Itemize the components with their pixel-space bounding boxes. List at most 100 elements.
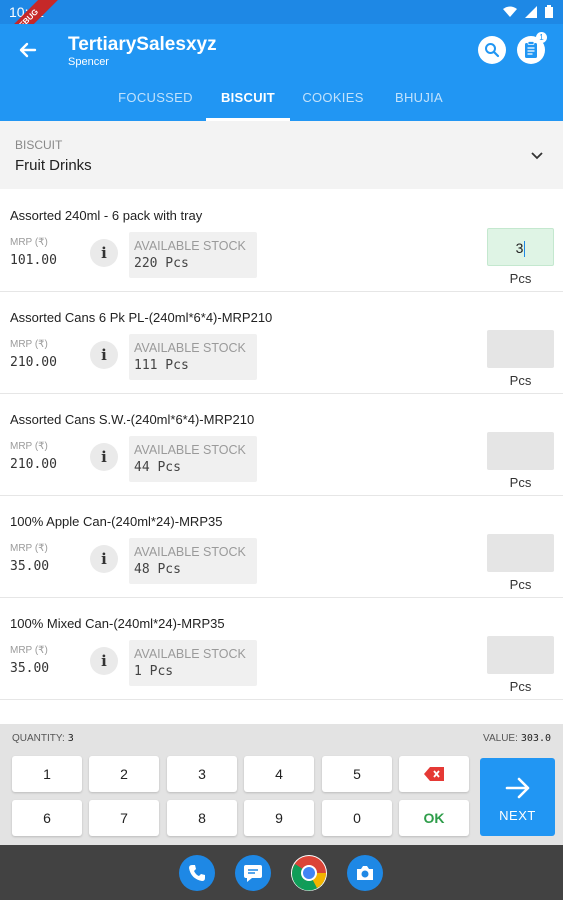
total-quantity-value: 3 — [67, 733, 74, 744]
product-row: 100% Apple Can-(240ml*24)-MRP35 MRP (₹) … — [0, 496, 563, 598]
stock-value: 111 Pcs — [134, 358, 189, 373]
mrp-value: 35.00 — [10, 559, 50, 574]
camera-icon — [357, 866, 373, 880]
arrow-forward-icon — [505, 777, 530, 799]
chevron-down-icon — [531, 152, 543, 160]
product-name: Assorted 240ml - 6 pack with tray — [10, 208, 203, 223]
unit-label: Pcs — [509, 475, 532, 490]
stock-label: AVAILABLE STOCK — [134, 341, 246, 355]
next-button-label: NEXT — [499, 808, 536, 823]
mrp-label: MRP (₹) — [10, 441, 48, 452]
available-stock-box: AVAILABLE STOCK 220 Pcs — [129, 232, 257, 278]
chrome-icon — [291, 856, 326, 891]
product-row: Assorted Cans 6 Pk PL-(240ml*6*4)-MRP210… — [0, 292, 563, 394]
info-button[interactable]: i — [90, 443, 118, 471]
mrp-label: MRP (₹) — [10, 237, 48, 248]
key-7[interactable]: 7 — [89, 800, 159, 836]
mrp-value: 101.00 — [10, 253, 57, 268]
tab-cookies[interactable]: COOKIES — [293, 84, 373, 121]
quantity-input[interactable] — [487, 534, 554, 572]
info-button[interactable]: i — [90, 647, 118, 675]
unit-label: Pcs — [509, 679, 532, 694]
backspace-key[interactable] — [399, 756, 469, 792]
quantity-input[interactable] — [487, 432, 554, 470]
signal-icon — [525, 5, 537, 18]
key-1[interactable]: 1 — [12, 756, 82, 792]
arrow-back-icon — [19, 42, 37, 58]
product-name: Assorted Cans 6 Pk PL-(240ml*6*4)-MRP210 — [10, 310, 273, 325]
info-icon: i — [101, 550, 107, 568]
info-button[interactable]: i — [90, 545, 118, 573]
numeric-keypad: QUANTITY: 3 VALUE: 303.0 1 2 3 4 5 6 7 8 9… — [0, 724, 563, 845]
key-6[interactable]: 6 — [12, 800, 82, 836]
camera-app[interactable] — [347, 855, 383, 891]
total-value-label: VALUE: — [483, 733, 518, 744]
quantity-input[interactable] — [487, 636, 554, 674]
cart-count-badge: 1 — [536, 32, 547, 43]
info-icon: i — [101, 652, 107, 670]
phone-icon — [189, 865, 205, 881]
status-icons — [503, 5, 553, 18]
category-label: BISCUIT — [15, 138, 63, 152]
product-name: 100% Mixed Can-(240ml*24)-MRP35 — [10, 616, 225, 631]
mrp-value: 35.00 — [10, 661, 50, 676]
key-9[interactable]: 9 — [244, 800, 314, 836]
quantity-input[interactable] — [487, 330, 554, 368]
info-icon: i — [101, 244, 107, 262]
app-subtitle: Spencer — [68, 56, 109, 68]
info-icon: i — [101, 448, 107, 466]
total-quantity-label: QUANTITY: — [12, 733, 65, 744]
search-button[interactable] — [478, 36, 506, 64]
product-name: 100% Apple Can-(240ml*24)-MRP35 — [10, 514, 223, 529]
key-3[interactable]: 3 — [167, 756, 237, 792]
mrp-label: MRP (₹) — [10, 645, 48, 656]
category-value: Fruit Drinks — [15, 157, 92, 174]
stock-label: AVAILABLE STOCK — [134, 443, 246, 457]
quantity-input[interactable]: 3 — [487, 228, 554, 266]
product-row: Assorted 240ml - 6 pack with tray MRP (₹… — [0, 190, 563, 292]
order-summary-button[interactable]: 1 — [517, 32, 547, 64]
stock-value: 1 Pcs — [134, 664, 174, 679]
key-0[interactable]: 0 — [322, 800, 392, 836]
available-stock-box: AVAILABLE STOCK 48 Pcs — [129, 538, 257, 584]
tab-bar: FOCUSSED BISCUIT COOKIES BHUJIA — [0, 84, 563, 121]
next-button[interactable]: NEXT — [480, 758, 555, 836]
mrp-label: MRP (₹) — [10, 543, 48, 554]
stock-label: AVAILABLE STOCK — [134, 647, 246, 661]
available-stock-box: AVAILABLE STOCK 44 Pcs — [129, 436, 257, 482]
phone-app[interactable] — [179, 855, 215, 891]
unit-label: Pcs — [509, 373, 532, 388]
tab-focussed[interactable]: FOCUSSED — [108, 84, 203, 121]
key-4[interactable]: 4 — [244, 756, 314, 792]
unit-label: Pcs — [509, 577, 532, 592]
available-stock-box: AVAILABLE STOCK 1 Pcs — [129, 640, 257, 686]
tab-biscuit[interactable]: BISCUIT — [206, 84, 290, 121]
chrome-app[interactable] — [291, 855, 327, 891]
key-5[interactable]: 5 — [322, 756, 392, 792]
mrp-value: 210.00 — [10, 355, 57, 370]
key-2[interactable]: 2 — [89, 756, 159, 792]
app-bar: TertiarySalesxyz Spencer 1 FOCUSSED BISC… — [0, 24, 563, 121]
ok-key[interactable]: OK — [399, 800, 469, 836]
category-dropdown[interactable]: BISCUIT Fruit Drinks — [0, 121, 563, 189]
key-8[interactable]: 8 — [167, 800, 237, 836]
tab-bhujia[interactable]: BHUJIA — [381, 84, 457, 121]
stock-label: AVAILABLE STOCK — [134, 545, 246, 559]
messages-icon — [244, 865, 262, 882]
mrp-label: MRP (₹) — [10, 339, 48, 350]
back-button[interactable] — [14, 36, 42, 64]
clipboard-icon — [525, 41, 537, 58]
battery-icon — [545, 5, 553, 18]
screen: 10:32 DEBUG TertiarySalesxyz Spencer — [0, 0, 563, 900]
total-value-amount: 303.0 — [520, 733, 551, 744]
backspace-icon — [424, 767, 444, 781]
stock-value: 220 Pcs — [134, 256, 189, 271]
total-quantity: QUANTITY: 3 — [12, 733, 74, 744]
mrp-value: 210.00 — [10, 457, 57, 472]
product-name: Assorted Cans S.W.-(240ml*6*4)-MRP210 — [10, 412, 255, 427]
info-button[interactable]: i — [90, 341, 118, 369]
info-button[interactable]: i — [90, 239, 118, 267]
messages-app[interactable] — [235, 855, 271, 891]
stock-value: 48 Pcs — [134, 562, 181, 577]
stock-value: 44 Pcs — [134, 460, 181, 475]
